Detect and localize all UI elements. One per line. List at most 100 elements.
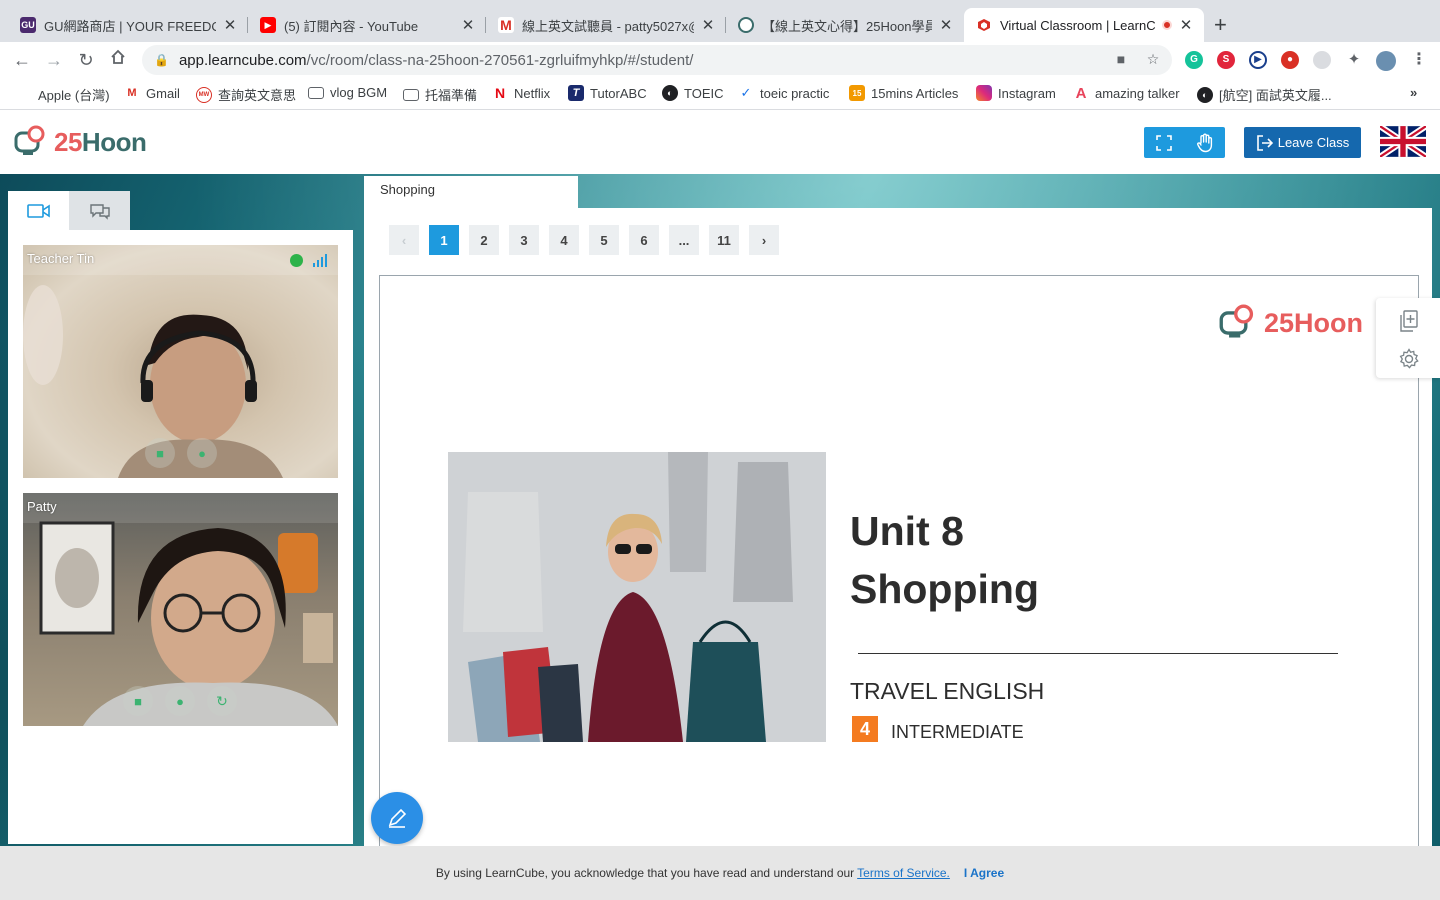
fullscreen-button[interactable] — [1144, 127, 1185, 158]
slide-course-name: TRAVEL ENGLISH — [850, 678, 1045, 704]
student-mic-icon[interactable]: ● — [165, 686, 195, 716]
grammarly-icon[interactable]: G — [1185, 51, 1203, 69]
page-button[interactable]: 3 — [509, 225, 539, 255]
raise-hand-button[interactable] — [1185, 127, 1226, 158]
settings-gear-icon[interactable] — [1398, 348, 1420, 370]
bookmark-item[interactable]: Aamazing talker — [1073, 85, 1180, 102]
video-panel: Teacher Tin ■ ● Patty ■ ● ↻ — [8, 230, 353, 844]
header-tool-group — [1144, 127, 1225, 158]
terms-of-service-link[interactable]: Terms of Service. — [857, 866, 950, 880]
extension-red-icon[interactable]: ● — [1281, 51, 1299, 69]
home-icon[interactable] — [106, 48, 130, 72]
bookmark-item[interactable]: N Netflix — [492, 85, 550, 101]
apple-icon — [16, 87, 32, 103]
bookmark-item[interactable]: Apple (台灣) — [16, 85, 110, 104]
cookie-consent-bar: By using LearnCube, you acknowledge that… — [0, 846, 1440, 900]
switch-camera-icon[interactable]: ↻ — [207, 686, 237, 716]
bookmark-label: 查詢英文意思 — [218, 88, 297, 103]
globe-icon: ◐ — [1197, 86, 1213, 103]
page-ellipsis[interactable]: ... — [669, 225, 699, 255]
address-bar[interactable]: 🔒 app.learncube.com/vc/room/class-na-25h… — [142, 45, 1172, 75]
slide-title-line1: Unit 8 — [850, 508, 964, 554]
slide-canvas[interactable]: 25Hoon Unit 8 Shopping TRAVEL ENGLISH 4 … — [379, 275, 1419, 846]
page-button[interactable]: 5 — [589, 225, 619, 255]
bookmark-label: Instagram — [998, 85, 1056, 101]
bookmark-item[interactable]: T TutorABC — [568, 85, 647, 101]
page-button[interactable]: 2 — [469, 225, 499, 255]
shopping-photo — [448, 452, 826, 742]
signal-strength-icon — [313, 254, 327, 267]
page-button[interactable]: 11 — [709, 225, 739, 255]
bookmark-item[interactable]: vlog BGM — [308, 85, 387, 100]
close-tab-icon[interactable]: ✕ — [1178, 16, 1194, 34]
bookmark-item[interactable]: M Gmail — [124, 85, 180, 101]
close-tab-icon[interactable]: ✕ — [938, 16, 954, 34]
page-button[interactable]: 1 — [429, 225, 459, 255]
browser-tab[interactable]: M 線上英文試聽員 - patty5027x@ ✕ — [486, 8, 726, 42]
bookmark-label: 托福準備 — [425, 88, 478, 103]
instagram-icon — [976, 85, 992, 101]
tab-chat[interactable] — [69, 191, 130, 230]
slide-pagination: ‹ 1 2 3 4 5 6 ... 11 › — [389, 225, 789, 255]
tab-title: (5) 訂閱內容 - YouTube — [284, 18, 419, 34]
close-tab-icon[interactable]: ✕ — [700, 16, 716, 34]
student-video: Patty ■ ● ↻ — [23, 493, 338, 726]
teacher-silhouette — [23, 285, 283, 478]
browser-tab-active[interactable]: Virtual Classroom | LearnC ✕ — [964, 8, 1204, 42]
raise-hand-icon — [1196, 133, 1212, 152]
bookmark-item[interactable]: Instagram — [976, 85, 1056, 101]
leave-class-button[interactable]: Leave Class — [1244, 127, 1361, 158]
bookmarks-bar: Apple (台灣) M Gmail MW 查詢英文意思 vlog BGM 托福準備… — [0, 78, 1440, 110]
language-uk-flag[interactable] — [1378, 123, 1428, 160]
new-tab-icon[interactable]: + — [1214, 12, 1227, 38]
dictionary-icon: MW — [196, 86, 212, 103]
tutorabc-icon: T — [568, 85, 584, 101]
extension-gray-icon[interactable] — [1313, 51, 1331, 69]
15mins-icon: 15 — [849, 85, 865, 101]
bookmark-item[interactable]: ◐ TOEIC — [662, 85, 724, 101]
logo-text: 25Hoon — [54, 126, 147, 157]
close-tab-icon[interactable]: ✕ — [222, 16, 238, 34]
bookmark-item[interactable]: ◐ [航空] 面試英文履... — [1197, 85, 1332, 104]
recording-indicator-icon — [1162, 20, 1172, 30]
bookmark-item[interactable]: 托福準備 — [403, 85, 477, 104]
student-camera-icon[interactable]: ■ — [123, 686, 153, 716]
camera-in-use-icon[interactable]: ■ — [1112, 51, 1130, 69]
bookmarks-overflow-icon[interactable]: » — [1410, 85, 1417, 100]
logo-mark-icon — [14, 125, 45, 155]
browser-tab[interactable]: 【線上英文心得】25Hoon學員 ✕ — [726, 8, 964, 42]
browser-tab[interactable]: ▶ (5) 訂閱內容 - YouTube ✕ — [248, 8, 486, 42]
agree-button[interactable]: I Agree — [964, 866, 1004, 880]
add-page-icon[interactable] — [1398, 310, 1420, 332]
whiteboard-area: ‹ 1 2 3 4 5 6 ... 11 › 25Hoon Unit 8 Sho… — [364, 208, 1432, 846]
profile-avatar[interactable] — [1376, 51, 1396, 71]
reload-icon[interactable]: ↻ — [74, 48, 98, 72]
play-extension-icon[interactable]: ▶ — [1249, 51, 1267, 69]
bookmark-item[interactable]: 15 15mins Articles — [849, 85, 958, 101]
bookmark-label: Gmail — [146, 85, 180, 101]
tab-video[interactable] — [8, 191, 69, 230]
extension-s-icon[interactable]: S — [1217, 51, 1235, 69]
drawing-tools-button[interactable] — [371, 792, 423, 844]
bookmark-star-icon[interactable]: ☆ — [1144, 51, 1162, 69]
level-badge: 4 — [852, 716, 878, 742]
bookmark-label: TutorABC — [590, 85, 647, 101]
slide-level-label: INTERMEDIATE — [891, 722, 1024, 742]
next-page-icon[interactable]: › — [749, 225, 779, 255]
browser-tab[interactable]: GU GU網路商店 | YOUR FREEDOM ✕ — [8, 8, 248, 42]
bookmark-item[interactable]: ✓ toeic practic — [738, 85, 830, 101]
bookmark-label: Netflix — [514, 85, 551, 101]
menu-kebab-icon[interactable]: ⋮ — [1410, 51, 1428, 69]
forward-icon[interactable]: → — [42, 48, 66, 72]
page-button[interactable]: 6 — [629, 225, 659, 255]
extensions-puzzle-icon[interactable]: ✦ — [1345, 51, 1363, 69]
bookmark-item[interactable]: MW 查詢英文意思 — [196, 85, 296, 104]
gmail-icon: M — [127, 87, 137, 99]
back-icon[interactable]: ← — [10, 48, 34, 72]
close-tab-icon[interactable]: ✕ — [460, 16, 476, 34]
teacher-video: Teacher Tin ■ ● — [23, 245, 338, 478]
classroom-stage: Teacher Tin ■ ● Patty ■ ● ↻ Shopping ‹ 1… — [0, 174, 1440, 846]
document-tab[interactable]: Shopping — [364, 176, 578, 208]
page-button[interactable]: 4 — [549, 225, 579, 255]
prev-page-icon[interactable]: ‹ — [389, 225, 419, 255]
